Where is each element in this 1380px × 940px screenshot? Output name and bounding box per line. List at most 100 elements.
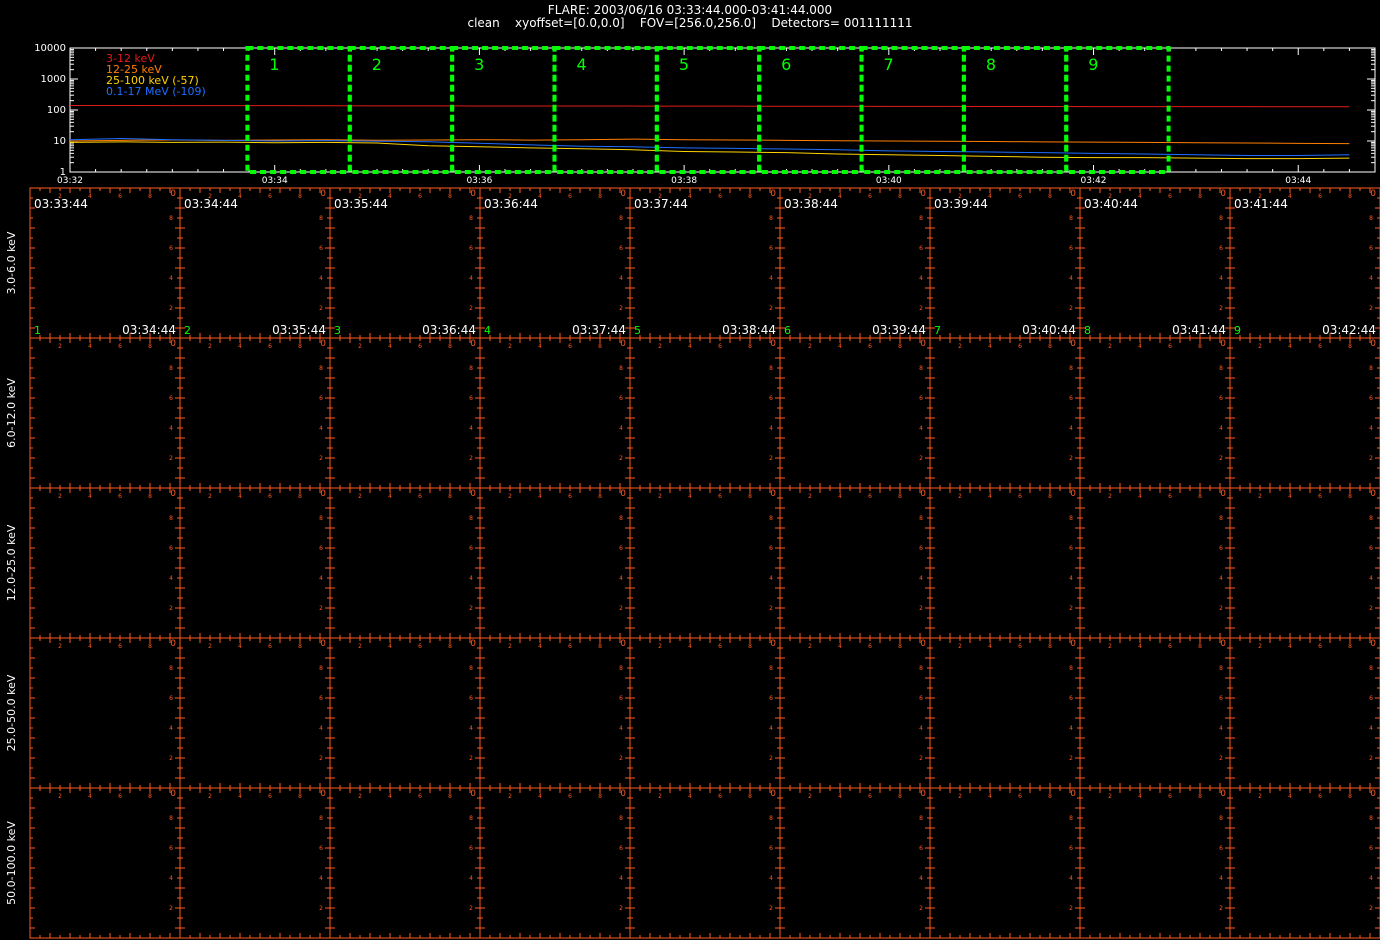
interval-label-1: 1	[269, 55, 279, 74]
cell-x-tick-label: 6	[418, 343, 422, 350]
cell-y-tick-label: 4	[1219, 725, 1223, 732]
row-label-3: 12.0-25.0 keV	[5, 524, 18, 601]
cell-corner-label: 0	[320, 489, 326, 499]
cell-x-tick-label: 4	[538, 193, 542, 200]
cell-x-tick-label: 4	[88, 643, 92, 650]
cell-x-tick-label: 8	[1348, 643, 1352, 650]
cell-corner-label: 0	[170, 789, 176, 799]
image-cell-r3-c1: 2 4 6 8 2 4 6 8 0	[29, 487, 181, 639]
cell-corner-label: 0	[920, 189, 926, 199]
cell-y-tick-label: 2	[469, 305, 473, 312]
image-cell-r2-c6: 2 4 6 8 2 4 6 8 0	[779, 337, 931, 489]
cell-y-tick-label: 4	[1369, 725, 1373, 732]
cell-x-tick-label: 4	[538, 643, 542, 650]
cell-y-tick-label: 4	[319, 425, 323, 432]
cell-x-tick-label: 6	[1018, 193, 1022, 200]
cell-frame	[629, 787, 781, 939]
interval-box-4	[552, 46, 659, 174]
cell-x-tick-label: 4	[88, 193, 92, 200]
cell-y-tick-label: 4	[1219, 575, 1223, 582]
cell-x-tick-label: 2	[1108, 793, 1112, 800]
cell-x-tick-label: 6	[568, 493, 572, 500]
cell-y-tick-label: 4	[319, 275, 323, 282]
cell-y-tick-label: 8	[619, 815, 623, 822]
cell-x-tick-label: 6	[568, 643, 572, 650]
cell-y-tick-label: 8	[1069, 515, 1073, 522]
cell-start-time-8: 03:40:44	[1084, 197, 1138, 211]
cell-y-tick-label: 8	[919, 815, 923, 822]
cell-x-tick-label: 8	[298, 643, 302, 650]
cell-corner-label: 0	[1220, 339, 1226, 349]
cell-x-tick-label: 8	[1198, 793, 1202, 800]
cell-x-tick-label: 6	[1168, 343, 1172, 350]
cell-y-tick-label: 8	[1369, 365, 1373, 372]
image-cell-r3-c5: 2 4 6 8 2 4 6 8 0	[629, 487, 781, 639]
interval-label-7: 7	[884, 55, 894, 74]
cell-y-tick-label: 4	[769, 425, 773, 432]
interval-box-8	[961, 46, 1069, 174]
cell-y-tick-label: 4	[1069, 275, 1073, 282]
cell-y-tick-label: 6	[769, 245, 773, 252]
interval-box-5	[654, 46, 762, 174]
cell-y-tick-label: 2	[769, 755, 773, 762]
x-tick-label: 03:44	[1285, 176, 1311, 185]
cell-y-tick-label: 6	[319, 395, 323, 402]
cell-x-tick-label: 6	[868, 193, 872, 200]
cell-y-tick-label: 2	[1069, 605, 1073, 612]
cell-number-8: 8	[1084, 324, 1091, 337]
image-cell-r2-c3: 2 4 6 8 2 4 6 8 0	[329, 337, 481, 489]
image-cell-r4-c2: 2 4 6 8 2 4 6 8 0	[179, 637, 331, 789]
cell-x-tick-label: 4	[688, 493, 692, 500]
cell-x-tick-label: 2	[58, 493, 62, 500]
row-label-2: 6.0-12.0 keV	[5, 378, 18, 448]
cell-corner-label: 0	[1370, 489, 1376, 499]
interval-label-3: 3	[474, 55, 484, 74]
row-label-5: 50.0-100.0 keV	[5, 821, 18, 905]
cell-x-tick-label: 6	[418, 493, 422, 500]
cell-y-tick-label: 8	[619, 515, 623, 522]
cell-corner-label: 0	[620, 489, 626, 499]
cell-y-tick-label: 2	[469, 905, 473, 912]
cell-x-tick-label: 8	[598, 643, 602, 650]
cell-x-tick-label: 6	[1318, 793, 1322, 800]
y-tick-label: 10000	[34, 43, 66, 54]
cell-x-tick-label: 6	[418, 643, 422, 650]
cell-x-tick-label: 6	[718, 793, 722, 800]
cell-y-tick-label: 4	[919, 725, 923, 732]
cell-frame	[329, 337, 481, 489]
cell-x-tick-label: 2	[358, 643, 362, 650]
cell-y-tick-label: 2	[1069, 305, 1073, 312]
cell-x-tick-label: 6	[268, 493, 272, 500]
cell-y-tick-label: 4	[1069, 425, 1073, 432]
cell-x-tick-label: 4	[388, 493, 392, 500]
cell-x-tick-label: 6	[718, 493, 722, 500]
cell-x-tick-label: 6	[118, 193, 122, 200]
title-line-2: clean xyoffset=[0.0,0.0] FOV=[256.0,256.…	[467, 16, 913, 30]
cell-frame	[29, 337, 181, 489]
cell-x-tick-label: 4	[1138, 493, 1142, 500]
cell-y-tick-label: 6	[1369, 245, 1373, 252]
cell-frame	[629, 487, 781, 639]
cell-x-tick-label: 2	[658, 793, 662, 800]
cell-y-tick-label: 8	[469, 215, 473, 222]
cell-y-tick-label: 4	[619, 425, 623, 432]
cell-corner-label: 0	[320, 189, 326, 199]
cell-y-tick-label: 6	[1219, 395, 1223, 402]
cell-y-tick-label: 6	[619, 545, 623, 552]
cell-y-tick-label: 6	[169, 245, 173, 252]
cell-x-tick-label: 4	[388, 643, 392, 650]
cell-frame	[779, 487, 931, 639]
cell-x-tick-label: 8	[448, 193, 452, 200]
cell-x-tick-label: 4	[538, 343, 542, 350]
cell-x-tick-label: 2	[208, 493, 212, 500]
cell-end-time-4: 03:37:44	[572, 323, 626, 337]
cell-y-tick-label: 4	[1369, 875, 1373, 882]
cell-y-tick-label: 4	[1219, 425, 1223, 432]
cell-y-tick-label: 2	[469, 755, 473, 762]
cell-corner-label: 0	[920, 339, 926, 349]
image-cell-r5-c7: 2 4 6 8 2 4 6 8 0	[929, 787, 1081, 939]
cell-x-tick-label: 4	[238, 343, 242, 350]
cell-corner-label: 0	[170, 339, 176, 349]
cell-y-tick-label: 6	[169, 695, 173, 702]
cell-y-tick-label: 8	[1219, 365, 1223, 372]
